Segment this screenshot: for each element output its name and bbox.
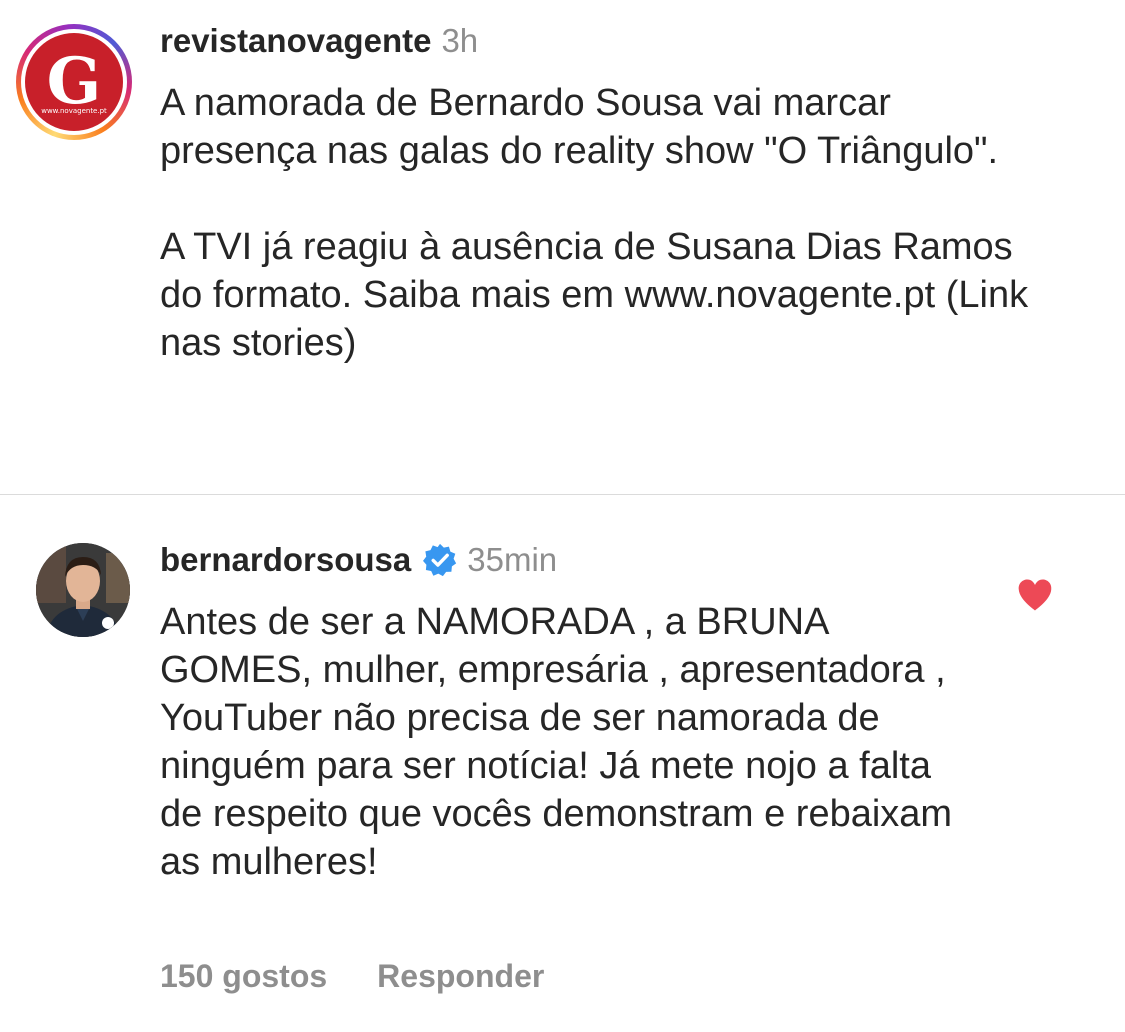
caption-paragraph: A namorada de Bernardo Sousa vai marcar … <box>160 82 999 172</box>
caption-paragraph: A TVI já reagiu à ausência de Susana Dia… <box>160 226 1029 364</box>
verified-badge-icon <box>423 543 457 577</box>
post-caption: G www.novagente.pt revistanovagente 3h A … <box>0 0 1125 495</box>
like-heart-icon[interactable] <box>1016 578 1054 612</box>
post-username[interactable]: revistanovagente <box>160 22 431 59</box>
comment-avatar[interactable] <box>36 543 130 637</box>
user-photo-icon <box>36 543 130 637</box>
comment-time: 35min <box>467 541 558 578</box>
divider <box>0 494 1125 495</box>
novagente-logo-avatar: G www.novagente.pt <box>25 33 123 131</box>
comment-header: bernardorsousa 35min <box>160 541 557 579</box>
logo-g-icon: G <box>47 44 102 119</box>
comment-text: Antes de ser a NAMORADA , a BRUNA GOMES,… <box>160 601 953 883</box>
comment-footer: 150 gostos Responder <box>160 958 544 995</box>
post-header: revistanovagente 3h <box>160 22 478 60</box>
story-ring-avatar[interactable]: G www.novagente.pt <box>16 24 132 140</box>
avatar-border: G www.novagente.pt <box>21 29 127 135</box>
reply-button[interactable]: Responder <box>377 958 544 994</box>
logo-url-text: www.novagente.pt <box>41 107 107 115</box>
post-time: 3h <box>441 22 479 59</box>
likes-count[interactable]: 150 gostos <box>160 958 327 994</box>
comment-username[interactable]: bernardorsousa <box>160 541 411 579</box>
post-caption-text: A namorada de Bernardo Sousa vai marcar … <box>160 79 1040 367</box>
